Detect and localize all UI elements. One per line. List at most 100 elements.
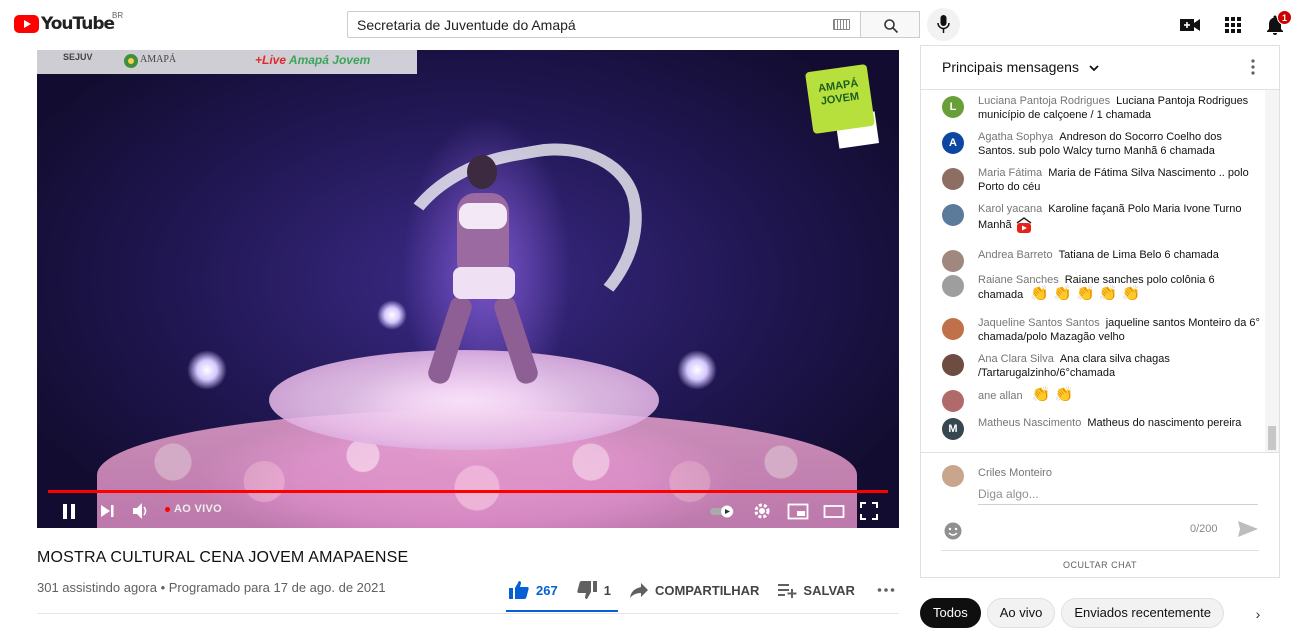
dislike-count: 1	[603, 582, 611, 598]
chat-message: ane allan 👏 👏	[942, 386, 1262, 412]
author-name[interactable]: Luciana Pantoja Rodrigues	[978, 95, 1110, 107]
thumbs-up-icon	[509, 581, 529, 599]
character-counter: 0/200	[1190, 523, 1218, 535]
avatar	[942, 318, 964, 340]
message-text: Matheus do nascimento pereira	[1087, 417, 1242, 429]
avatar: L	[942, 96, 964, 118]
youtube-logo[interactable]: YouTube BR	[14, 11, 123, 34]
chip-live[interactable]: Ao vivo	[986, 598, 1056, 628]
chat-message-input[interactable]: Diga algo...	[978, 487, 1258, 505]
author-name[interactable]: ane allan	[978, 390, 1023, 402]
stage-light	[187, 350, 227, 390]
thumbs-down-icon	[577, 581, 597, 599]
video-meta: 301 assistindo agora • Programado para 1…	[37, 580, 386, 595]
amapa-seal-icon	[124, 54, 138, 68]
chat-message: Ana Clara Silva Ana clara silva chagas /T…	[942, 352, 1262, 380]
keyboard-icon[interactable]	[833, 19, 850, 30]
youtube-play-emoji-icon	[1016, 217, 1032, 233]
share-button[interactable]: COMPARTILHAR	[629, 581, 759, 599]
avatar	[942, 465, 964, 487]
author-name[interactable]: Matheus Nascimento	[978, 417, 1081, 429]
message-text: Tatiana de Lima Belo 6 chamada	[1058, 249, 1219, 261]
voice-search-button[interactable]	[927, 8, 960, 41]
send-icon[interactable]	[1237, 519, 1259, 539]
create-video-icon[interactable]	[1178, 13, 1202, 37]
more-actions-button[interactable]	[877, 587, 901, 593]
avatar: A	[942, 132, 964, 154]
broadcast-overlay-bar: SEJUV AMAPÁ +Live Amapá Jovem	[37, 50, 417, 74]
avatar: M	[942, 418, 964, 440]
save-button[interactable]: SALVAR	[777, 581, 855, 599]
chat-message: Karol yacana Karoline façanã Polo Maria I…	[942, 202, 1262, 234]
progress-bar[interactable]	[48, 490, 888, 493]
chat-input-area: Criles Monteiro Diga algo... 0/200	[921, 452, 1279, 552]
next-icon[interactable]	[99, 500, 115, 522]
chat-message: Raiane Sanches Raiane sanches polo colôni…	[942, 273, 1262, 302]
avatar	[942, 390, 964, 412]
live-tag: +Live Amapá Jovem	[255, 53, 371, 67]
sejuv-logo: SEJUV	[63, 52, 93, 62]
country-code: BR	[112, 11, 124, 20]
chat-message: M Matheus Nascimento Matheus do nasciment…	[942, 416, 1262, 440]
like-button[interactable]: 267	[508, 580, 558, 600]
chat-scrollbar[interactable]	[1265, 90, 1279, 452]
emoji-picker-icon[interactable]	[943, 521, 963, 541]
author-name[interactable]: Maria Fátima	[978, 167, 1042, 179]
logo-text: YouTube	[41, 14, 115, 34]
video-player[interactable]: SEJUV AMAPÁ +Live Amapá Jovem AMAPÁ JOVE…	[37, 50, 899, 528]
volume-icon[interactable]	[132, 500, 150, 522]
apps-grid-icon[interactable]	[1221, 13, 1245, 37]
theater-mode-icon[interactable]	[823, 500, 845, 522]
avatar	[942, 354, 964, 376]
amapa-jovem-badge: AMAPÁ JOVEM	[804, 63, 876, 135]
video-actions: 267 1 COMPARTILHAR SALVAR	[508, 580, 919, 600]
search-value: Secretaria de Juventude do Amapá	[357, 17, 576, 33]
pause-icon[interactable]	[61, 500, 77, 522]
chips-next-chevron-icon[interactable]: ›	[1248, 604, 1268, 624]
chip-all[interactable]: Todos	[920, 598, 981, 628]
chat-message-list[interactable]: L Luciana Pantoja Rodrigues Luciana Panto…	[921, 90, 1265, 452]
search-icon	[884, 19, 899, 34]
share-label: COMPARTILHAR	[654, 582, 760, 598]
more-vertical-icon[interactable]	[1251, 59, 1255, 75]
scroll-thumb[interactable]	[1268, 426, 1276, 450]
fullscreen-icon[interactable]	[860, 500, 878, 522]
dancer-figure	[425, 155, 541, 387]
playlist-add-icon	[778, 584, 797, 598]
chevron-down-icon	[1089, 65, 1099, 72]
live-indicator[interactable]: AO VIVO	[165, 503, 222, 515]
chat-mode-dropdown[interactable]: Principais mensagens	[942, 59, 1099, 75]
author-name[interactable]: Jaqueline Santos Santos	[978, 317, 1100, 329]
author-name[interactable]: Karol yacana	[978, 203, 1042, 215]
amapa-logo-text: AMAPÁ	[140, 54, 177, 65]
video-title: MOSTRA CULTURAL CENA JOVEM AMAPAENSE	[37, 549, 409, 566]
like-count: 267	[536, 582, 558, 598]
hide-chat-button[interactable]: OCULTAR CHAT	[941, 550, 1259, 578]
chat-message: A Agatha Sophya Andreson do Socorro Coelh…	[942, 130, 1262, 158]
avatar	[942, 250, 964, 272]
author-name[interactable]: Andrea Barreto	[978, 249, 1053, 261]
autoplay-toggle-icon[interactable]	[709, 500, 737, 522]
youtube-logo-icon	[14, 15, 39, 33]
live-chat-panel: Principais mensagens L Luciana Pantoja R…	[920, 45, 1280, 578]
miniplayer-icon[interactable]	[787, 500, 809, 522]
filter-chips: Todos Ao vivo Enviados recentemente	[920, 598, 1230, 628]
settings-gear-icon[interactable]	[753, 500, 771, 522]
live-dot-icon	[165, 506, 170, 512]
author-name[interactable]: Agatha Sophya	[978, 131, 1053, 143]
chat-message: L Luciana Pantoja Rodrigues Luciana Panto…	[942, 94, 1262, 122]
dislike-button[interactable]: 1	[576, 580, 611, 600]
search-button[interactable]	[861, 11, 920, 38]
clapping-hands-icon: 👏 👏 👏 👏 👏	[1030, 285, 1141, 302]
author-name[interactable]: Ana Clara Silva	[978, 353, 1054, 365]
chip-recent-uploads[interactable]: Enviados recentemente	[1061, 598, 1224, 628]
like-ratio-bar	[506, 610, 618, 612]
chat-message: Jaqueline Santos Santos jaqueline santos …	[942, 316, 1262, 344]
search-input[interactable]: Secretaria de Juventude do Amapá	[347, 11, 861, 38]
share-arrow-icon	[629, 583, 648, 598]
more-horizontal-icon	[877, 588, 895, 592]
divider	[37, 613, 899, 614]
notification-badge: 1	[1277, 10, 1292, 25]
avatar	[942, 168, 964, 190]
clapping-hands-icon: 👏 👏	[1031, 386, 1074, 403]
